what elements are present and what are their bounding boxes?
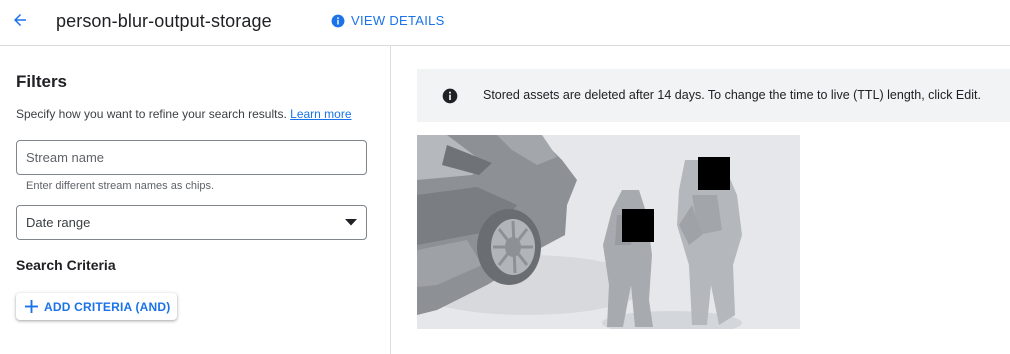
learn-more-link[interactable]: Learn more	[290, 107, 351, 121]
date-range-select[interactable]: Date range	[16, 205, 367, 240]
back-button[interactable]	[9, 9, 31, 31]
view-details-button[interactable]: VIEW DETAILS	[331, 13, 445, 28]
info-icon	[442, 88, 458, 104]
ttl-info-text: Stored assets are deleted after 14 days.…	[483, 88, 981, 102]
view-details-label: VIEW DETAILS	[351, 13, 445, 28]
filters-heading: Filters	[16, 72, 68, 91]
filters-hint-text: Specify how you want to refine your sear…	[16, 107, 287, 121]
filters-hint: Specify how you want to refine your sear…	[16, 107, 352, 121]
date-range-label: Date range	[26, 215, 91, 230]
info-icon	[331, 14, 345, 27]
top-bar: person-blur-output-storage VIEW DETAILS	[0, 0, 1010, 46]
stream-name-helper: Enter different stream names as chips.	[26, 180, 215, 192]
add-criteria-button[interactable]: ADD CRITERIA (AND)	[16, 293, 177, 320]
stream-name-field	[16, 140, 367, 175]
plus-icon	[25, 300, 38, 313]
arrow-back-icon	[14, 14, 26, 26]
page-title: person-blur-output-storage	[56, 11, 272, 31]
search-criteria-heading: Search Criteria	[16, 257, 116, 273]
blurred-scene-image	[417, 135, 800, 329]
add-criteria-label: ADD CRITERIA (AND)	[44, 299, 171, 314]
stream-name-input[interactable]	[17, 141, 366, 174]
ttl-info-banner: Stored assets are deleted after 14 days.…	[417, 69, 1010, 122]
dropdown-arrow-icon	[345, 219, 357, 226]
filters-panel: Filters Specify how you want to refine y…	[0, 46, 391, 354]
asset-thumbnail[interactable]	[417, 135, 800, 329]
